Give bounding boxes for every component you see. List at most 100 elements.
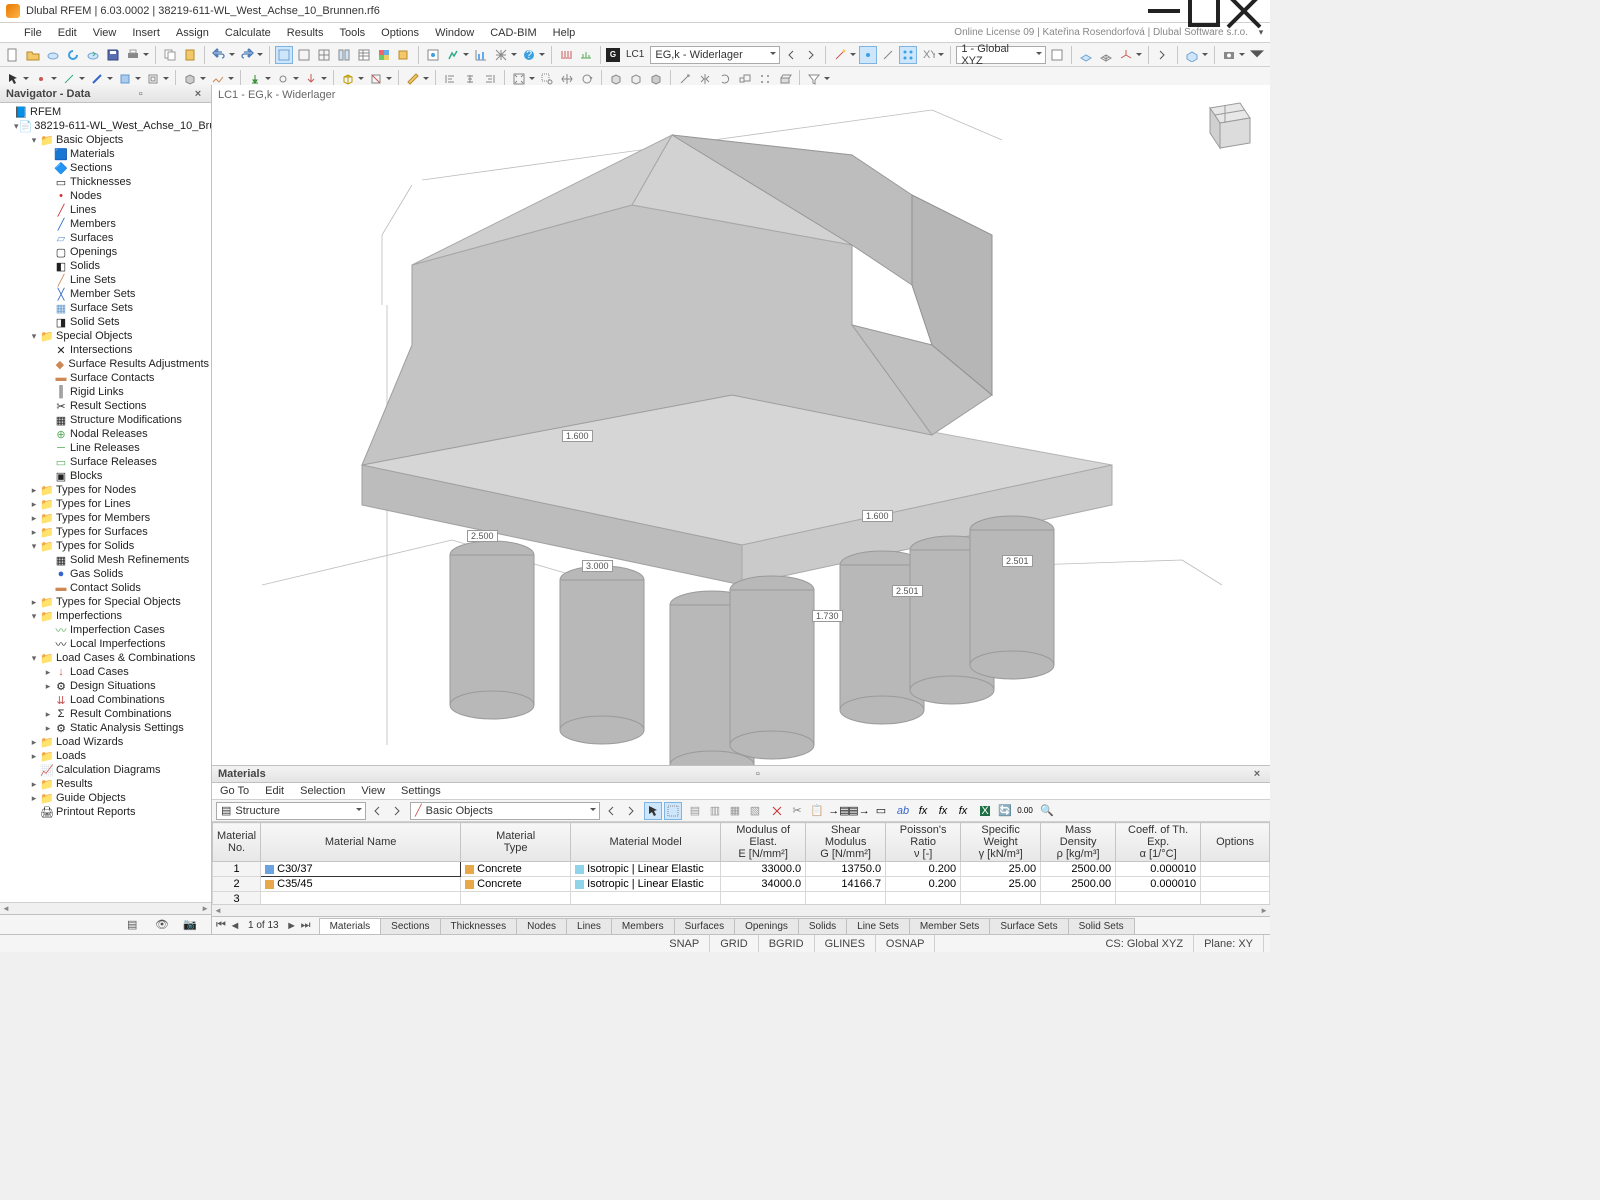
grid-scroll-right[interactable]: ► (1260, 906, 1268, 915)
close-button[interactable] (1224, 0, 1264, 23)
view-wire-icon[interactable] (295, 46, 313, 64)
view-panels-icon[interactable] (335, 46, 353, 64)
mat-import-icon[interactable]: →▤ (830, 802, 848, 820)
help-icon[interactable]: ? (520, 46, 538, 64)
col-no[interactable]: Material No. (213, 823, 261, 862)
snap-xyz-icon[interactable]: XYZ (919, 46, 937, 64)
mat-filter-prev[interactable] (368, 802, 386, 820)
tab-thicknesses[interactable]: Thicknesses (440, 918, 518, 934)
mat-fx3-icon[interactable]: fx (934, 802, 952, 820)
undo-dropdown[interactable] (228, 46, 236, 64)
tree-basic[interactable]: Basic Objects (56, 134, 123, 146)
mat-excel-icon[interactable]: X (976, 802, 994, 820)
paste-icon[interactable] (181, 46, 199, 64)
tab-members[interactable]: Members (611, 918, 675, 934)
tree-special[interactable]: Special Objects (56, 330, 132, 342)
mat-delete-row-icon[interactable]: ▧ (746, 802, 764, 820)
tab-solidsets[interactable]: Solid Sets (1068, 918, 1135, 934)
tree-linesets[interactable]: Line Sets (70, 274, 116, 286)
col-gamma[interactable]: Specific Weight γ [kN/m³] (961, 823, 1041, 862)
tree-nodes[interactable]: Nodes (70, 190, 102, 202)
show-loads-icon[interactable] (557, 46, 575, 64)
status-bgrid[interactable]: BGRID (759, 935, 815, 952)
print-dropdown[interactable] (142, 46, 150, 64)
redo-icon[interactable] (238, 46, 256, 64)
status-osnap[interactable]: OSNAP (876, 935, 936, 952)
nav-foot-eye-icon[interactable]: 👁 (155, 918, 173, 931)
tree-membersets[interactable]: Member Sets (70, 288, 135, 300)
overflow-icon[interactable] (1154, 46, 1172, 64)
status-glines[interactable]: GLINES (815, 935, 876, 952)
nav-scroll-left[interactable]: ◄ (2, 904, 10, 913)
navigator-pin-icon[interactable]: ▫ (134, 87, 148, 101)
col-alpha[interactable]: Coeff. of Th. Exp. α [1/°C] (1116, 823, 1201, 862)
save-icon[interactable] (104, 46, 122, 64)
nav-foot-data-icon[interactable]: ▤ (127, 918, 145, 931)
col-E[interactable]: Modulus of Elast. E [N/mm²] (721, 823, 806, 862)
mat-fx2-icon[interactable]: fx (914, 802, 932, 820)
copy-icon[interactable] (161, 46, 179, 64)
snap-xyz-dropdown[interactable] (937, 46, 945, 64)
status-grid[interactable]: GRID (710, 935, 759, 952)
tree-members[interactable]: Members (70, 218, 116, 230)
nav-foot-camera-icon[interactable]: 📷 (183, 918, 201, 931)
toolbar-overflow-icon[interactable] (1248, 46, 1266, 64)
workplane-axes-icon[interactable] (1117, 46, 1135, 64)
menu-cadbim[interactable]: CAD-BIM (482, 25, 544, 41)
mat-fx4-icon[interactable]: fx (954, 802, 972, 820)
tree-solidsets[interactable]: Solid Sets (70, 316, 120, 328)
loadcase-combo[interactable]: EG,k - Widerlager (650, 46, 780, 64)
loadcase-settings-icon[interactable] (424, 46, 442, 64)
mat-units-icon[interactable]: 0.00 (1016, 802, 1034, 820)
open-file-icon[interactable] (24, 46, 42, 64)
tree-sections[interactable]: Sections (70, 162, 112, 174)
col-G[interactable]: Shear Modulus G [N/mm²] (806, 823, 886, 862)
menu-options[interactable]: Options (373, 25, 427, 41)
mat-refresh-icon[interactable]: 🔄 (996, 802, 1014, 820)
help-dropdown[interactable] (538, 46, 546, 64)
minimize-button[interactable] (1144, 0, 1184, 23)
col-options[interactable]: Options (1201, 823, 1270, 862)
mat-filter-basic[interactable]: ╱Basic Objects (410, 802, 600, 820)
tab-first-icon[interactable]: ⏮ (214, 919, 228, 933)
snap-lines-icon[interactable] (879, 46, 897, 64)
menu-edit[interactable]: Edit (50, 25, 85, 41)
tree-root[interactable]: RFEM (30, 106, 61, 118)
col-model[interactable]: Material Model (571, 823, 721, 862)
tree-materials[interactable]: Materials (70, 148, 115, 160)
tab-linesets[interactable]: Line Sets (846, 918, 910, 934)
view-iso-icon[interactable] (1183, 46, 1201, 64)
print-icon[interactable] (124, 46, 142, 64)
mat-menu-goto[interactable]: Go To (212, 784, 257, 798)
view-table-icon[interactable] (355, 46, 373, 64)
snap-nodes-icon[interactable] (859, 46, 877, 64)
tab-sections[interactable]: Sections (380, 918, 440, 934)
menu-window[interactable]: Window (427, 25, 482, 41)
loadcase-prev-icon[interactable] (782, 46, 800, 64)
mat-add-row-icon[interactable]: ▤ (686, 802, 704, 820)
tab-next-icon[interactable]: ► (285, 919, 299, 933)
wand-dropdown[interactable] (849, 46, 857, 64)
mat-select-all-icon[interactable] (664, 802, 682, 820)
col-nu[interactable]: Poisson's Ratio ν [-] (886, 823, 961, 862)
mat-filter2-prev[interactable] (602, 802, 620, 820)
navigator-tree[interactable]: 📘RFEM ▾📄38219-611-WL_West_Achse_10_Brunn… (0, 103, 211, 902)
mesh-dropdown[interactable] (510, 46, 518, 64)
workplane-grid-icon[interactable] (1097, 46, 1115, 64)
workplane-icon[interactable] (1077, 46, 1095, 64)
mat-menu-settings[interactable]: Settings (393, 784, 449, 798)
new-file-icon[interactable] (4, 46, 22, 64)
mat-delete-icon[interactable] (768, 802, 786, 820)
menubar-chevron-icon[interactable]: ▾ (1254, 26, 1268, 40)
materials-grid[interactable]: Material No. Material Name Material Type… (212, 822, 1270, 904)
nav-scroll-right[interactable]: ► (201, 904, 209, 913)
redo-dropdown[interactable] (256, 46, 264, 64)
loadcase-next-icon[interactable] (802, 46, 820, 64)
col-name[interactable]: Material Name (261, 823, 461, 862)
col-type[interactable]: Material Type (461, 823, 571, 862)
tab-materials[interactable]: Materials (319, 918, 382, 934)
mat-paste-icon[interactable]: 📋 (808, 802, 826, 820)
model-canvas[interactable]: LC1 - EG,k - Widerlager (212, 85, 1270, 765)
mat-filter2-next[interactable] (622, 802, 640, 820)
tab-surfaces[interactable]: Surfaces (674, 918, 735, 934)
